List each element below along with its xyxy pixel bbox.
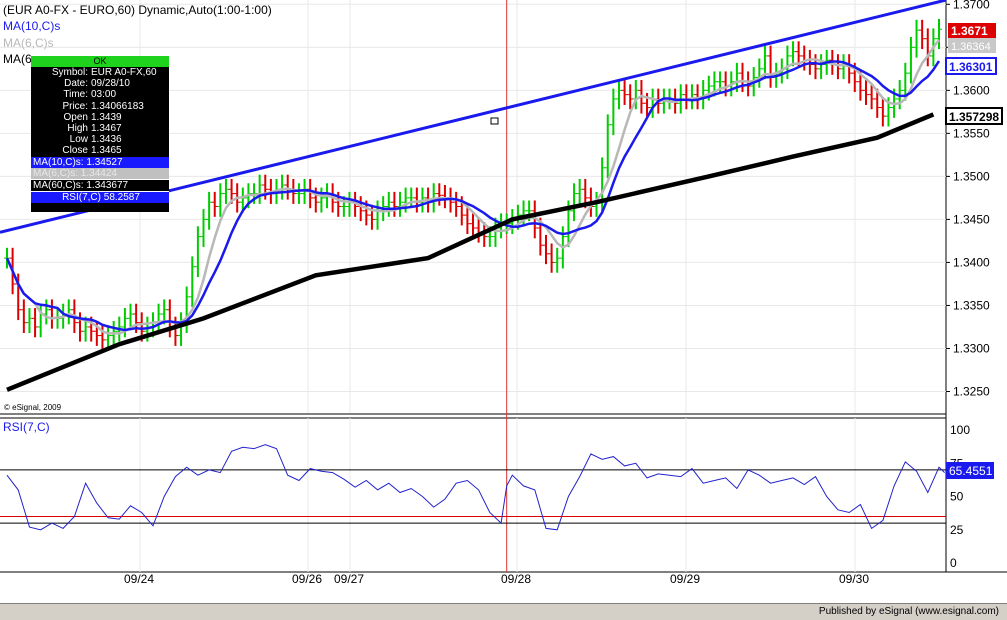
publisher-text: Published by eSignal (www.esignal.com) (818, 606, 999, 617)
time-label: 09/27 (334, 572, 364, 586)
dw-row-label: High (67, 122, 88, 134)
dw-ma60-value: 1.343677 (86, 179, 129, 191)
dw-row-label: Symbol: (51, 67, 88, 78)
dw-ma10-value: 1.34527 (86, 156, 123, 168)
price-tick-label: 1.3300 (953, 341, 990, 355)
chart-title: (EUR A0-FX - EURO,60) Dynamic,Auto(1:00-… (3, 3, 272, 17)
rsi-value: 65.4551 (949, 464, 993, 478)
dw-row-value: EUR A0-FX,60 (91, 67, 157, 78)
data-window-rsi: RSI(7,C) 58.2587 (31, 192, 169, 204)
dw-row-value: 03:00 (91, 89, 117, 101)
data-window-row: Date: 09/28/10 (31, 78, 169, 89)
status-footer: Published by eSignal (www.esignal.com) (0, 603, 1007, 620)
ma10-legend: MA(10,C)s (3, 19, 60, 33)
trendline-handle (490, 117, 499, 125)
rsi-legend: RSI(7,C) (3, 420, 50, 434)
dw-ma60-label: MA(60,C)s (33, 179, 81, 191)
data-window-row: Open 1.3439 (31, 112, 169, 123)
data-window-ma60: MA(60,C)s: 1.343677 (31, 178, 169, 193)
data-window-row: Symbol: EUR A0-FX,60 (31, 67, 169, 78)
dw-row-label: Close (62, 145, 88, 157)
price-tick-label: 1.3700 (953, 0, 990, 11)
dw-row-value: 09/28/10 (91, 78, 130, 90)
dw-row-label: Open (63, 111, 88, 123)
time-label: 09/28 (501, 572, 531, 586)
data-window-ma6: MA(6,C)s: 1.34424 (31, 167, 169, 179)
rsi-tick-label: 25 (950, 523, 964, 537)
time-label: 09/29 (670, 572, 700, 586)
dw-row-value: 1.3465 (91, 145, 122, 157)
dw-ma6-value: 1.34424 (80, 167, 117, 179)
rsi-tick-label: 0 (950, 556, 957, 570)
price-tick-label: 1.3350 (953, 298, 990, 312)
time-label: 09/26 (292, 572, 322, 586)
rsi-tick-label: 100 (950, 423, 970, 437)
watermark: © eSignal, 2009 (4, 403, 62, 412)
ma6-value: 1.36364 (951, 41, 991, 53)
data-window-row: Close 1.3465 (31, 145, 169, 156)
price-tick-label: 1.3400 (953, 255, 990, 269)
data-window-row: Low 1.3436 (31, 134, 169, 145)
last-price-value: 1.3671 (951, 24, 988, 38)
rsi-tick-label: 50 (950, 490, 964, 504)
time-label: 09/24 (124, 572, 154, 586)
dw-row-label: Price: (62, 100, 88, 112)
dw-rsi-value: 58.2587 (103, 192, 140, 204)
price-tick-label: 1.3450 (953, 212, 990, 226)
dw-rsi-label: RSI(7,C) (62, 192, 101, 204)
price-tick-label: 1.3550 (953, 126, 990, 140)
ma60-legend: MA(6 (3, 52, 32, 66)
dw-row-label: Low (69, 134, 88, 146)
data-window-row: Time: 03:00 (31, 89, 169, 100)
ma10-value: 1.36301 (949, 60, 993, 74)
dw-row-label: Time: (63, 89, 88, 101)
data-window-row: High 1.3467 (31, 123, 169, 134)
price-tick-label: 1.3500 (953, 169, 990, 183)
data-window-ok-button[interactable]: OK (31, 56, 169, 67)
dw-row-value: 1.3436 (91, 134, 122, 146)
dw-row-value: 1.3439 (91, 111, 122, 123)
dw-row-value: 1.3467 (91, 122, 122, 134)
data-window-ma10: MA(10,C)s: 1.34527 (31, 156, 169, 168)
dw-row-value: 1.34066183 (91, 100, 144, 112)
data-window-rows: Symbol: EUR A0-FX,60 Date: 09/28/10 Time: 03:… (31, 67, 169, 157)
dw-ma6-label: MA(6,C)s (33, 167, 76, 179)
price-tick-label: 1.3600 (953, 83, 990, 97)
dw-row-label: Date: (64, 78, 88, 90)
ma60-value: 1.357298 (949, 110, 999, 124)
data-window-row: Price: 1.34066183 (31, 101, 169, 112)
dw-ma10-label: MA(10,C)s (33, 156, 81, 168)
ma6-legend: MA(6,C)s (3, 36, 54, 50)
data-window: OK Symbol: EUR A0-FX,60 Date: 09/28/10 Time:… (31, 56, 169, 212)
price-tick-label: 1.3250 (953, 384, 990, 398)
time-label: 09/30 (839, 572, 869, 586)
